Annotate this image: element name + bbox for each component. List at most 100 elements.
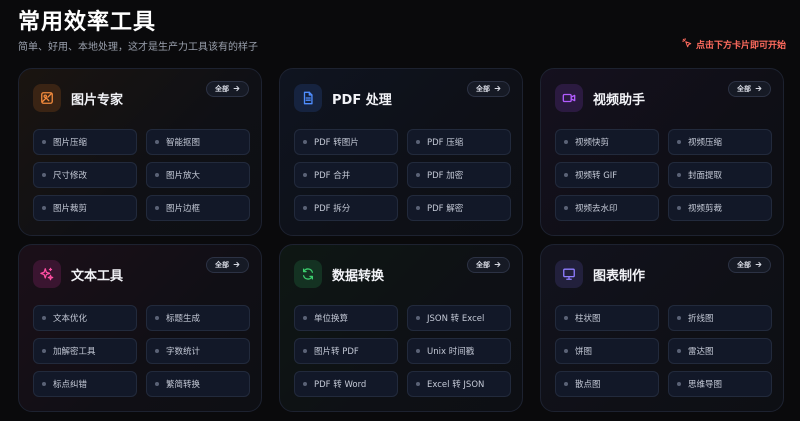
tool-label: 图片压缩 xyxy=(53,138,88,148)
tool-item[interactable]: PDF 合并 xyxy=(294,162,398,188)
view-all-label: 全部 xyxy=(476,85,490,93)
tool-item[interactable]: PDF 转图片 xyxy=(294,129,398,155)
tool-item[interactable]: 标点纠错 xyxy=(33,371,137,397)
start-hint-text: 点击下方卡片即可开始 xyxy=(695,41,786,51)
tool-item[interactable]: 视频压缩 xyxy=(668,129,772,155)
tool-item[interactable]: PDF 压缩 xyxy=(407,129,511,155)
bullet-dot xyxy=(42,173,46,177)
view-all-button[interactable]: 全部 xyxy=(728,81,771,97)
bullet-dot xyxy=(155,316,159,320)
view-all-label: 全部 xyxy=(737,85,751,93)
bullet-dot xyxy=(564,140,568,144)
pointer-click-icon xyxy=(682,38,692,51)
card-chart-tools[interactable]: 图表制作 全部 柱状图 折线图 饼图 雷达图 散点图 思维导图 xyxy=(540,244,784,412)
bullet-dot xyxy=(303,316,307,320)
tool-item[interactable]: 视频去水印 xyxy=(555,195,659,221)
tool-item[interactable]: 视频剪裁 xyxy=(668,195,772,221)
tool-label: 文本优化 xyxy=(53,314,88,324)
tool-item[interactable]: 折线图 xyxy=(668,305,772,331)
tool-item[interactable]: 加解密工具 xyxy=(33,338,137,364)
card-video-tools[interactable]: 视频助手 全部 视频快剪 视频压缩 视频转 GIF 封面提取 视频去水印 视频剪… xyxy=(540,68,784,236)
bullet-dot xyxy=(564,316,568,320)
tool-item[interactable]: 散点图 xyxy=(555,371,659,397)
sparkles-icon xyxy=(33,260,61,288)
bullet-dot xyxy=(416,349,420,353)
tool-label: 繁简转换 xyxy=(166,380,201,390)
tool-list: 视频快剪 视频压缩 视频转 GIF 封面提取 视频去水印 视频剪裁 xyxy=(555,129,772,221)
tool-item[interactable]: 雷达图 xyxy=(668,338,772,364)
view-all-button[interactable]: 全部 xyxy=(206,81,249,97)
card-title: 视频助手 xyxy=(593,92,646,108)
view-all-button[interactable]: 全部 xyxy=(206,257,249,273)
tool-item[interactable]: 图片放大 xyxy=(146,162,250,188)
tool-item[interactable]: 视频转 GIF xyxy=(555,162,659,188)
tool-label: 单位换算 xyxy=(314,314,349,324)
bullet-dot xyxy=(564,173,568,177)
tool-label: 雷达图 xyxy=(688,347,714,357)
tool-label: 视频压缩 xyxy=(688,138,723,148)
tool-item[interactable]: 尺寸修改 xyxy=(33,162,137,188)
bullet-dot xyxy=(303,173,307,177)
tool-list: PDF 转图片 PDF 压缩 PDF 合并 PDF 加密 PDF 拆分 PDF … xyxy=(294,129,511,221)
start-hint: 点击下方卡片即可开始 xyxy=(682,38,786,51)
tool-item[interactable]: 图片压缩 xyxy=(33,129,137,155)
tool-item[interactable]: Unix 时间戳 xyxy=(407,338,511,364)
tool-item[interactable]: 图片转 PDF xyxy=(294,338,398,364)
tool-label: 尺寸修改 xyxy=(53,171,88,181)
bullet-dot xyxy=(42,382,46,386)
bullet-dot xyxy=(42,140,46,144)
view-all-button[interactable]: 全部 xyxy=(467,257,510,273)
bullet-dot xyxy=(42,206,46,210)
view-all-label: 全部 xyxy=(476,261,490,269)
bullet-dot xyxy=(677,173,681,177)
bullet-dot xyxy=(303,206,307,210)
tool-label: 图片放大 xyxy=(166,171,201,181)
tool-label: PDF 拆分 xyxy=(314,204,351,214)
presentation-chart-icon xyxy=(555,260,583,288)
tool-item[interactable]: PDF 拆分 xyxy=(294,195,398,221)
view-all-button[interactable]: 全部 xyxy=(728,257,771,273)
bullet-dot xyxy=(677,316,681,320)
tool-item[interactable]: 智能抠图 xyxy=(146,129,250,155)
tool-item[interactable]: 字数统计 xyxy=(146,338,250,364)
tool-item[interactable]: 单位换算 xyxy=(294,305,398,331)
image-edit-icon xyxy=(33,84,61,112)
tool-label: PDF 转 Word xyxy=(314,380,367,390)
bullet-dot xyxy=(677,206,681,210)
bullet-dot xyxy=(677,349,681,353)
tool-label: 视频剪裁 xyxy=(688,204,723,214)
tool-item[interactable]: Excel 转 JSON xyxy=(407,371,511,397)
tool-label: 折线图 xyxy=(688,314,714,324)
view-all-button[interactable]: 全部 xyxy=(467,81,510,97)
bullet-dot xyxy=(416,140,420,144)
tool-item[interactable]: JSON 转 Excel xyxy=(407,305,511,331)
tool-item[interactable]: 封面提取 xyxy=(668,162,772,188)
tool-item[interactable]: 饼图 xyxy=(555,338,659,364)
bullet-dot xyxy=(416,206,420,210)
tool-item[interactable]: 图片边框 xyxy=(146,195,250,221)
tool-item[interactable]: 图片裁剪 xyxy=(33,195,137,221)
tool-item[interactable]: 繁简转换 xyxy=(146,371,250,397)
view-all-label: 全部 xyxy=(215,85,229,93)
tool-label: Excel 转 JSON xyxy=(427,380,485,390)
tool-list: 文本优化 标题生成 加解密工具 字数统计 标点纠错 繁简转换 xyxy=(33,305,250,397)
page-title: 常用效率工具 xyxy=(18,10,157,35)
tool-item[interactable]: 柱状图 xyxy=(555,305,659,331)
card-image-tools[interactable]: 图片专家 全部 图片压缩 智能抠图 尺寸修改 图片放大 图片裁剪 图片边框 xyxy=(18,68,262,236)
tool-label: PDF 合并 xyxy=(314,171,351,181)
card-pdf-tools[interactable]: PDF 处理 全部 PDF 转图片 PDF 压缩 PDF 合并 PDF 加密 P… xyxy=(279,68,523,236)
bullet-dot xyxy=(155,382,159,386)
tool-item[interactable]: 思维导图 xyxy=(668,371,772,397)
tool-label: 智能抠图 xyxy=(166,138,201,148)
tool-item[interactable]: PDF 转 Word xyxy=(294,371,398,397)
page-subtitle: 简单、好用、本地处理，这才是生产力工具该有的样子 xyxy=(18,42,258,53)
tool-label: PDF 转图片 xyxy=(314,138,359,148)
arrow-right-icon xyxy=(494,85,501,94)
tool-item[interactable]: 标题生成 xyxy=(146,305,250,331)
card-text-tools[interactable]: 文本工具 全部 文本优化 标题生成 加解密工具 字数统计 标点纠错 繁简转换 xyxy=(18,244,262,412)
tool-item[interactable]: PDF 加密 xyxy=(407,162,511,188)
card-data-tools[interactable]: 数据转换 全部 单位换算 JSON 转 Excel 图片转 PDF Unix 时… xyxy=(279,244,523,412)
tool-item[interactable]: PDF 解密 xyxy=(407,195,511,221)
tool-item[interactable]: 文本优化 xyxy=(33,305,137,331)
tool-item[interactable]: 视频快剪 xyxy=(555,129,659,155)
